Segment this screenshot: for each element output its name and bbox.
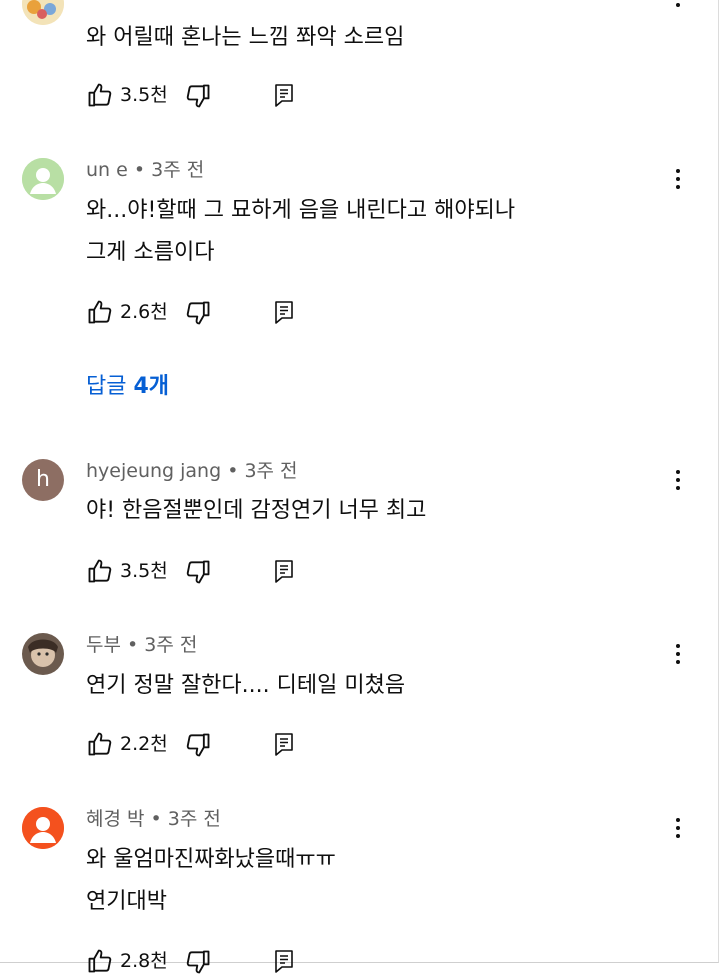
comment-menu-button[interactable] (668, 815, 688, 841)
like-count: 2.6천 (120, 301, 168, 323)
comment-meta[interactable]: un e • 3주 전 (86, 158, 204, 182)
default-avatar-icon (22, 158, 64, 200)
reply-icon[interactable] (272, 948, 296, 974)
reply-icon[interactable] (272, 731, 296, 757)
comment-menu-button[interactable] (668, 166, 688, 192)
reply-icon[interactable] (272, 82, 296, 108)
comments-page: 와 어릴때 혼나는 느낌 쫘악 소르임 3.5천 un e • 3주 전 와..… (0, 0, 719, 974)
comment-menu-button[interactable] (668, 467, 688, 493)
default-avatar-icon (22, 807, 64, 849)
comment-meta[interactable]: 두부 • 3주 전 (86, 633, 197, 657)
like-count: 2.2천 (120, 733, 168, 755)
thumbs-down-icon[interactable] (184, 731, 212, 759)
comment-menu-button[interactable] (668, 641, 688, 667)
comment-text: 연기 정말 잘한다.... 디테일 미쳤음 (86, 673, 406, 698)
avatar[interactable] (22, 158, 64, 200)
thumbs-down-icon[interactable] (184, 558, 212, 586)
comment-text: 그게 소름이다 (86, 240, 215, 265)
thumbs-up-icon[interactable] (86, 81, 114, 109)
like-count: 2.8천 (120, 950, 168, 972)
like-count: 3.5천 (120, 84, 168, 106)
comment-actions: 3.5천 (86, 81, 326, 111)
avatar-image (22, 633, 64, 675)
avatar[interactable] (22, 807, 64, 849)
comment-text: 연기대박 (86, 889, 167, 914)
comment-actions: 2.6천 (86, 298, 326, 328)
avatar-image (22, 0, 64, 25)
avatar[interactable]: h (22, 459, 64, 501)
comment-text: 와 울엄마진짜화났을때ㅠㅠ (86, 847, 336, 872)
avatar[interactable] (22, 0, 64, 25)
comment-actions: 2.2천 (86, 730, 326, 760)
comment-menu-button[interactable] (668, 0, 688, 18)
reply-icon[interactable] (272, 299, 296, 325)
comment-meta[interactable]: 혜경 박 • 3주 전 (86, 807, 221, 831)
comment-actions: 2.8천 (86, 947, 326, 977)
thumbs-down-icon[interactable] (184, 299, 212, 327)
comment-text: 야! 한음절뿐인데 감정연기 너무 최고 (86, 498, 427, 523)
thumbs-up-icon[interactable] (86, 730, 114, 758)
replies-count: 4개 (133, 374, 170, 399)
thumbs-up-icon[interactable] (86, 557, 114, 585)
comment-text: 와...야!할때 그 묘하게 음을 내린다고 해야되나 (86, 198, 516, 223)
thumbs-up-icon[interactable] (86, 298, 114, 326)
comment-text: 와 어릴때 혼나는 느낌 쫘악 소르임 (86, 25, 405, 50)
thumbs-down-icon[interactable] (184, 948, 212, 976)
comment-meta[interactable]: hyejeung jang • 3주 전 (86, 459, 298, 483)
replies-label: 답글 (86, 374, 134, 399)
thumbs-up-icon[interactable] (86, 947, 114, 975)
avatar[interactable] (22, 633, 64, 675)
like-count: 3.5천 (120, 560, 168, 582)
comment-actions: 3.5천 (86, 557, 326, 587)
reply-icon[interactable] (272, 558, 296, 584)
avatar-letter: h (36, 467, 50, 492)
view-replies-link[interactable]: 답글 4개 (86, 372, 169, 402)
thumbs-down-icon[interactable] (184, 82, 212, 110)
